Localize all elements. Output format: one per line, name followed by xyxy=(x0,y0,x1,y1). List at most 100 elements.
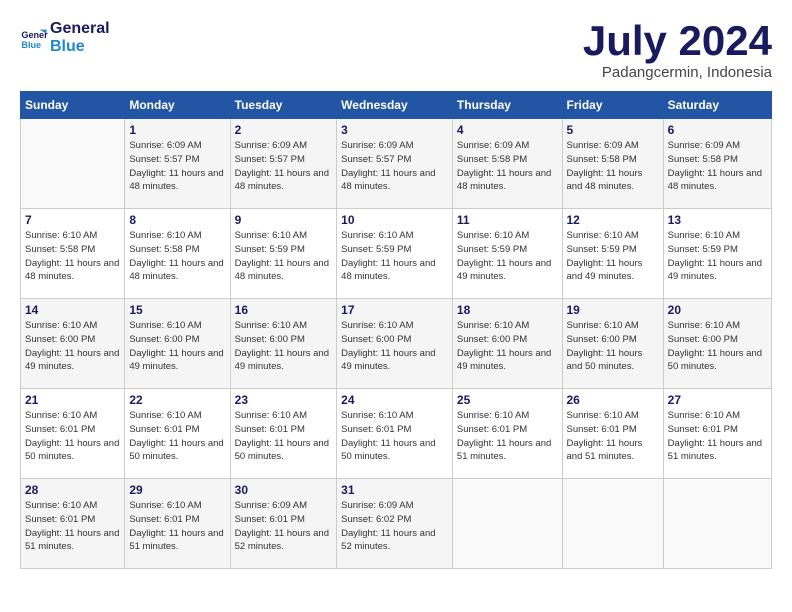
calendar-cell: 17Sunrise: 6:10 AMSunset: 6:00 PMDayligh… xyxy=(337,299,453,389)
calendar-cell xyxy=(452,479,562,569)
day-info: Sunrise: 6:10 AMSunset: 6:01 PMDaylight:… xyxy=(668,409,767,464)
calendar-cell: 13Sunrise: 6:10 AMSunset: 5:59 PMDayligh… xyxy=(663,209,771,299)
day-number: 21 xyxy=(25,393,120,407)
weekday-header-row: SundayMondayTuesdayWednesdayThursdayFrid… xyxy=(21,92,772,119)
calendar-cell: 27 Sunrise: 6:10 AMSunset: 6:01 PMDayligh… xyxy=(663,389,771,479)
day-number: 2 xyxy=(235,123,333,137)
day-number: 15 xyxy=(129,303,225,317)
month-title: July 2024 xyxy=(583,20,772,62)
day-number: 29 xyxy=(129,483,225,497)
calendar-cell: 31 Sunrise: 6:09 AMSunset: 6:02 PMDayligh… xyxy=(337,479,453,569)
day-info: Sunrise: 6:10 AMSunset: 6:00 PMDaylight:… xyxy=(341,319,448,374)
day-info: Sunrise: 6:10 AMSunset: 5:59 PMDaylight:… xyxy=(668,229,767,284)
week-row-3: 14 Sunrise: 6:10 AMSunset: 6:00 PMDayligh… xyxy=(21,299,772,389)
day-info: Sunrise: 6:09 AMSunset: 5:58 PMDaylight:… xyxy=(567,139,659,194)
day-info: Sunrise: 6:10 AMSunset: 5:59 PMDaylight:… xyxy=(235,229,333,284)
calendar-cell: 25Sunrise: 6:10 AMSunset: 6:01 PMDayligh… xyxy=(452,389,562,479)
day-number: 23 xyxy=(235,393,333,407)
day-info: Sunrise: 6:10 AMSunset: 6:01 PMDaylight:… xyxy=(25,499,120,554)
day-number: 6 xyxy=(668,123,767,137)
calendar-cell: 20 Sunrise: 6:10 AMSunset: 6:00 PMDayligh… xyxy=(663,299,771,389)
calendar-cell: 9 Sunrise: 6:10 AMSunset: 5:59 PMDaylight… xyxy=(230,209,337,299)
day-number: 30 xyxy=(235,483,333,497)
calendar-cell: 29 Sunrise: 6:10 AMSunset: 6:01 PMDayligh… xyxy=(125,479,230,569)
week-row-2: 7 Sunrise: 6:10 AMSunset: 5:58 PMDaylight… xyxy=(21,209,772,299)
day-number: 22 xyxy=(129,393,225,407)
day-number: 24 xyxy=(341,393,448,407)
day-info: Sunrise: 6:09 AMSunset: 5:57 PMDaylight:… xyxy=(129,139,225,194)
svg-text:Blue: Blue xyxy=(21,39,41,49)
day-info: Sunrise: 6:09 AMSunset: 5:58 PMDaylight:… xyxy=(668,139,767,194)
week-row-5: 28 Sunrise: 6:10 AMSunset: 6:01 PMDayligh… xyxy=(21,479,772,569)
calendar-cell: 11 Sunrise: 6:10 AMSunset: 5:59 PMDayligh… xyxy=(452,209,562,299)
calendar-cell: 1Sunrise: 6:09 AMSunset: 5:57 PMDaylight… xyxy=(125,119,230,209)
calendar-cell: 7 Sunrise: 6:10 AMSunset: 5:58 PMDaylight… xyxy=(21,209,125,299)
day-info: Sunrise: 6:10 AMSunset: 5:58 PMDaylight:… xyxy=(129,229,225,284)
calendar-cell: 10Sunrise: 6:10 AMSunset: 5:59 PMDayligh… xyxy=(337,209,453,299)
day-info: Sunrise: 6:10 AMSunset: 5:59 PMDaylight:… xyxy=(341,229,448,284)
logo-icon: General Blue xyxy=(20,24,48,52)
calendar-cell: 12Sunrise: 6:10 AMSunset: 5:59 PMDayligh… xyxy=(562,209,663,299)
day-number: 31 xyxy=(341,483,448,497)
calendar-cell xyxy=(663,479,771,569)
weekday-header-wednesday: Wednesday xyxy=(337,92,453,119)
day-info: Sunrise: 6:10 AMSunset: 6:01 PMDaylight:… xyxy=(25,409,120,464)
day-info: Sunrise: 6:10 AMSunset: 6:01 PMDaylight:… xyxy=(129,409,225,464)
weekday-header-sunday: Sunday xyxy=(21,92,125,119)
calendar-cell: 3Sunrise: 6:09 AMSunset: 5:57 PMDaylight… xyxy=(337,119,453,209)
day-number: 11 xyxy=(457,213,558,227)
day-info: Sunrise: 6:10 AMSunset: 6:00 PMDaylight:… xyxy=(668,319,767,374)
calendar-cell: 30 Sunrise: 6:09 AMSunset: 6:01 PMDayligh… xyxy=(230,479,337,569)
calendar-cell: 28 Sunrise: 6:10 AMSunset: 6:01 PMDayligh… xyxy=(21,479,125,569)
calendar-cell xyxy=(562,479,663,569)
day-number: 19 xyxy=(567,303,659,317)
weekday-header-tuesday: Tuesday xyxy=(230,92,337,119)
weekday-header-saturday: Saturday xyxy=(663,92,771,119)
week-row-1: 1Sunrise: 6:09 AMSunset: 5:57 PMDaylight… xyxy=(21,119,772,209)
calendar-cell: 8 Sunrise: 6:10 AMSunset: 5:58 PMDaylight… xyxy=(125,209,230,299)
day-number: 27 xyxy=(668,393,767,407)
day-info: Sunrise: 6:10 AMSunset: 6:01 PMDaylight:… xyxy=(457,409,558,464)
calendar-cell: 24 Sunrise: 6:10 AMSunset: 6:01 PMDayligh… xyxy=(337,389,453,479)
day-number: 28 xyxy=(25,483,120,497)
day-info: Sunrise: 6:10 AMSunset: 6:00 PMDaylight:… xyxy=(235,319,333,374)
day-info: Sunrise: 6:10 AMSunset: 6:00 PMDaylight:… xyxy=(129,319,225,374)
calendar-cell: 16 Sunrise: 6:10 AMSunset: 6:00 PMDayligh… xyxy=(230,299,337,389)
calendar-table: SundayMondayTuesdayWednesdayThursdayFrid… xyxy=(20,91,772,569)
calendar-cell: 18Sunrise: 6:10 AMSunset: 6:00 PMDayligh… xyxy=(452,299,562,389)
calendar-cell: 19 Sunrise: 6:10 AMSunset: 6:00 PMDayligh… xyxy=(562,299,663,389)
day-info: Sunrise: 6:09 AMSunset: 6:02 PMDaylight:… xyxy=(341,499,448,554)
weekday-header-friday: Friday xyxy=(562,92,663,119)
day-info: Sunrise: 6:10 AMSunset: 6:01 PMDaylight:… xyxy=(129,499,225,554)
day-info: Sunrise: 6:10 AMSunset: 6:00 PMDaylight:… xyxy=(567,319,659,374)
day-info: Sunrise: 6:09 AMSunset: 5:58 PMDaylight:… xyxy=(457,139,558,194)
day-info: Sunrise: 6:10 AMSunset: 5:58 PMDaylight:… xyxy=(25,229,120,284)
calendar-cell: 26Sunrise: 6:10 AMSunset: 6:01 PMDayligh… xyxy=(562,389,663,479)
day-info: Sunrise: 6:09 AMSunset: 6:01 PMDaylight:… xyxy=(235,499,333,554)
calendar-cell: 2 Sunrise: 6:09 AMSunset: 5:57 PMDaylight… xyxy=(230,119,337,209)
calendar-cell: 23 Sunrise: 6:10 AMSunset: 6:01 PMDayligh… xyxy=(230,389,337,479)
day-number: 8 xyxy=(129,213,225,227)
day-info: Sunrise: 6:10 AMSunset: 6:01 PMDaylight:… xyxy=(235,409,333,464)
day-info: Sunrise: 6:09 AMSunset: 5:57 PMDaylight:… xyxy=(235,139,333,194)
day-number: 7 xyxy=(25,213,120,227)
day-number: 3 xyxy=(341,123,448,137)
day-number: 9 xyxy=(235,213,333,227)
calendar-cell: 15 Sunrise: 6:10 AMSunset: 6:00 PMDayligh… xyxy=(125,299,230,389)
day-number: 14 xyxy=(25,303,120,317)
title-block: July 2024 Padangcermin, Indonesia xyxy=(583,20,772,81)
logo: General Blue General Blue xyxy=(20,20,110,55)
calendar-cell: 4Sunrise: 6:09 AMSunset: 5:58 PMDaylight… xyxy=(452,119,562,209)
day-info: Sunrise: 6:10 AMSunset: 5:59 PMDaylight:… xyxy=(457,229,558,284)
day-number: 12 xyxy=(567,213,659,227)
day-info: Sunrise: 6:10 AMSunset: 6:00 PMDaylight:… xyxy=(457,319,558,374)
day-number: 16 xyxy=(235,303,333,317)
day-number: 26 xyxy=(567,393,659,407)
calendar-cell: 14Sunrise: 6:10 AMSunset: 6:00 PMDayligh… xyxy=(21,299,125,389)
week-row-4: 21 Sunrise: 6:10 AMSunset: 6:01 PMDayligh… xyxy=(21,389,772,479)
day-number: 20 xyxy=(668,303,767,317)
calendar-cell: 21 Sunrise: 6:10 AMSunset: 6:01 PMDayligh… xyxy=(21,389,125,479)
location: Padangcermin, Indonesia xyxy=(583,64,772,81)
calendar-cell: 6 Sunrise: 6:09 AMSunset: 5:58 PMDaylight… xyxy=(663,119,771,209)
day-info: Sunrise: 6:10 AMSunset: 6:01 PMDaylight:… xyxy=(341,409,448,464)
